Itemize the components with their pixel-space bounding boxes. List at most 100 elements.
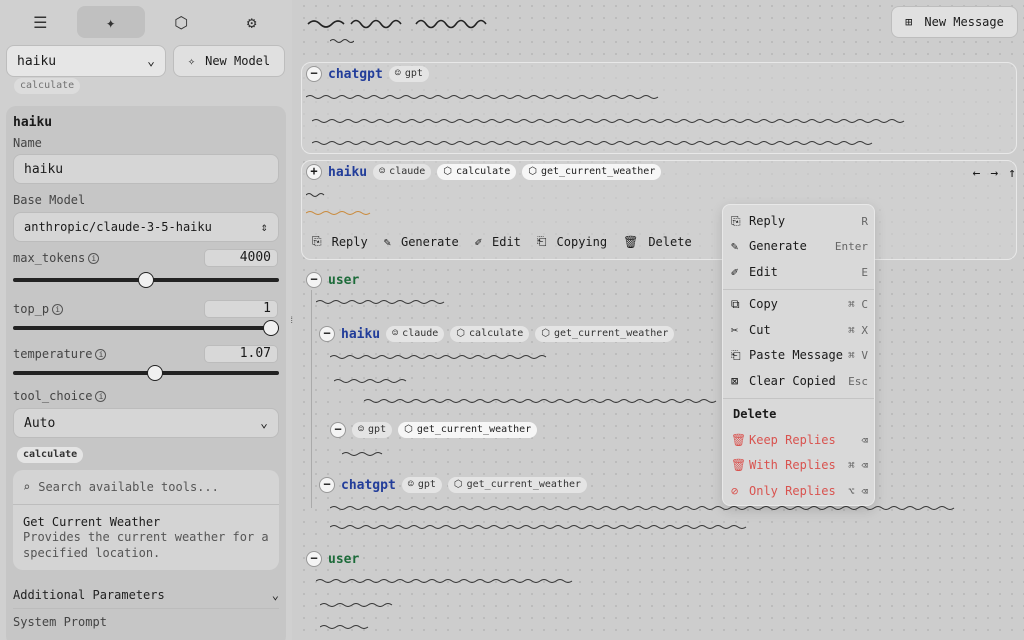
message-nav: ← → ↑ bbox=[973, 166, 1016, 181]
menu-separator bbox=[723, 398, 874, 399]
message-header: − haiku ☺ claude ⬡ calculate ⬡ get_current_… bbox=[319, 326, 675, 342]
new-message-button[interactable]: ⊞ New Message bbox=[891, 6, 1018, 38]
faded-tool-chip: calculate bbox=[14, 78, 81, 94]
text-scribble bbox=[330, 525, 747, 529]
base-model-value: anthropic/claude-3-5-haiku bbox=[24, 220, 212, 234]
generate-button[interactable]: ✎ Generate bbox=[384, 235, 459, 249]
collapse-toggle[interactable]: − bbox=[319, 477, 335, 493]
copying-button[interactable]: ⎗ Copying bbox=[537, 234, 607, 249]
updown-chevron-icon: ⇕ bbox=[260, 220, 268, 234]
tool-choice-label: tool_choice i bbox=[13, 389, 107, 403]
cube-icon[interactable]: ⬡ bbox=[147, 6, 216, 38]
text-scribble bbox=[330, 506, 955, 510]
collapse-toggle[interactable]: − bbox=[319, 326, 335, 342]
base-model-label: Base Model bbox=[13, 193, 86, 207]
model-select-value: haiku bbox=[17, 53, 57, 69]
temperature-input[interactable]: 1.07 bbox=[204, 345, 278, 363]
cube-icon: ⬡ bbox=[528, 166, 537, 177]
gear-icon[interactable]: ⚙ bbox=[218, 6, 287, 38]
base-model-select[interactable]: anthropic/claude-3-5-haiku ⇕ bbox=[13, 212, 279, 242]
context-menu: ⎘ Reply R ✎ Generate Enter ✐ Edit E ⧉ Copy ⌘ C ✂… bbox=[722, 204, 875, 506]
delete-button[interactable]: 🗑 Delete bbox=[623, 235, 692, 249]
menu-item-only-replies[interactable]: ⊘ Only Replies ⌥ ⌫ bbox=[731, 480, 868, 502]
message-actions: ⎘ Reply ✎ Generate ✐ Edit ⎗ Copying 🗑 Delete bbox=[312, 234, 692, 249]
slider-thumb[interactable] bbox=[138, 272, 154, 288]
menu-item-reply[interactable]: ⎘ Reply R bbox=[731, 210, 868, 232]
new-model-button[interactable]: ✧ New Model bbox=[173, 45, 285, 77]
max-tokens-input[interactable]: 4000 bbox=[204, 249, 278, 267]
tools-box: ⌕ Search available tools... Get Current … bbox=[13, 470, 279, 570]
role-label: haiku bbox=[328, 164, 368, 180]
collapse-toggle[interactable]: − bbox=[306, 551, 322, 567]
text-scribble bbox=[330, 355, 547, 359]
top-p-input[interactable]: 1 bbox=[204, 300, 278, 318]
model-chip: ☺ gpt bbox=[352, 422, 393, 438]
tool-description: Provides the current weather for a speci… bbox=[23, 530, 269, 560]
sidebar-tabs: ☰ ✦ ⬡ ⚙ bbox=[6, 6, 286, 38]
model-chip: ☺ gpt bbox=[401, 477, 442, 493]
menu-item-copy[interactable]: ⧉ Copy ⌘ C bbox=[731, 293, 868, 315]
additional-params-toggle[interactable]: Additional Parameters ⌄ bbox=[13, 588, 279, 602]
slider-thumb[interactable] bbox=[147, 365, 164, 381]
copy-icon: ⧉ bbox=[731, 296, 740, 311]
tool-choice-select[interactable]: Auto ⌄ bbox=[13, 408, 279, 438]
top-p-slider[interactable] bbox=[13, 320, 279, 336]
slider-thumb[interactable] bbox=[263, 320, 279, 336]
message-header: − ☺ gpt ⬡ get_current_weather bbox=[330, 422, 538, 438]
collapse-toggle[interactable]: − bbox=[330, 422, 346, 438]
collapse-toggle[interactable]: − bbox=[306, 66, 322, 82]
trash-icon: 🗑 bbox=[731, 433, 747, 447]
arrow-left-icon[interactable]: ← bbox=[973, 166, 981, 181]
clipboard-icon: ⎗ bbox=[731, 347, 741, 362]
resize-handle[interactable]: ⁞ bbox=[289, 316, 294, 326]
menu-item-cut[interactable]: ✂ Cut ⌘ X bbox=[731, 319, 868, 341]
tool-chip: ⬡ get_current_weather bbox=[535, 326, 675, 342]
arrow-right-icon[interactable]: → bbox=[990, 166, 998, 181]
edit-button[interactable]: ✐ Edit bbox=[475, 235, 521, 249]
tool-search[interactable]: ⌕ Search available tools... bbox=[13, 470, 279, 505]
max-tokens-slider[interactable] bbox=[13, 272, 279, 288]
model-select[interactable]: haiku ⌄ bbox=[6, 45, 166, 77]
title-scribble bbox=[307, 19, 487, 29]
menu-item-generate[interactable]: ✎ Generate Enter bbox=[731, 235, 868, 257]
menu-item-keep-replies[interactable]: 🗑 Keep Replies ⌫ bbox=[731, 429, 868, 451]
sparkle-icon[interactable]: ✦ bbox=[76, 6, 145, 38]
arrow-up-icon[interactable]: ↑ bbox=[1008, 166, 1016, 181]
menu-separator bbox=[723, 289, 874, 290]
sidebar: ☰ ✦ ⬡ ⚙ haiku ⌄ ✧ New Model calculate ha… bbox=[0, 0, 292, 640]
bot-icon: ☺ bbox=[358, 424, 365, 435]
message-header: − chatgpt ☺ gpt ⬡ get_current_weather bbox=[319, 477, 588, 493]
selected-tool-chip[interactable]: calculate bbox=[17, 447, 84, 463]
cube-icon: ⬡ bbox=[443, 166, 453, 177]
collapse-toggle[interactable]: − bbox=[306, 272, 322, 288]
menu-item-paste[interactable]: ⎗ Paste Message ⌘ V bbox=[731, 344, 868, 366]
info-icon: i bbox=[95, 391, 107, 402]
bot-icon: ☺ bbox=[394, 68, 401, 79]
expand-toggle[interactable]: + bbox=[306, 164, 322, 180]
temperature-slider[interactable] bbox=[13, 365, 279, 381]
tool-chip: ⬡ get_current_weather bbox=[522, 164, 662, 180]
role-label: user bbox=[328, 272, 360, 288]
name-field[interactable]: haiku bbox=[13, 154, 279, 184]
menu-item-with-replies[interactable]: 🗑 With Replies ⌘ ⌫ bbox=[731, 454, 868, 476]
tool-item[interactable]: Get Current Weather Provides the current… bbox=[13, 505, 279, 571]
cube-icon: ⬡ bbox=[456, 328, 466, 339]
text-scribble bbox=[312, 119, 905, 123]
menu-item-edit[interactable]: ✐ Edit E bbox=[731, 261, 868, 283]
message-header: − user bbox=[306, 272, 359, 288]
chevron-down-icon: ⌄ bbox=[260, 415, 268, 431]
text-scribble bbox=[342, 452, 383, 456]
wand-icon: ✎ bbox=[731, 239, 739, 253]
menu-item-clear-copied[interactable]: ⊠ Clear Copied Esc bbox=[731, 370, 868, 392]
menu-icon[interactable]: ☰ bbox=[6, 6, 75, 38]
text-scribble bbox=[320, 625, 369, 629]
divider bbox=[13, 608, 279, 609]
text-scribble bbox=[320, 603, 393, 607]
chevron-down-icon: ⌄ bbox=[271, 588, 279, 602]
edit-icon: ✐ bbox=[731, 265, 739, 279]
reply-button[interactable]: ⎘ Reply bbox=[312, 234, 368, 249]
tool-chip: ⬡ calculate bbox=[450, 326, 530, 342]
text-scribble bbox=[306, 211, 371, 215]
cube-icon: ⬡ bbox=[541, 328, 550, 339]
panel-title: haiku bbox=[13, 115, 53, 130]
